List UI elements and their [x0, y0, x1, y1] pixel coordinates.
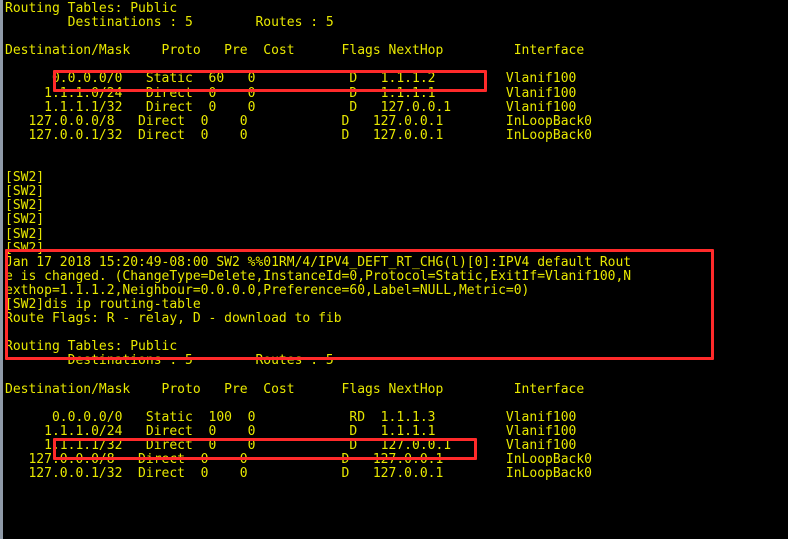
command-line: [SW2]dis ip routing-table	[5, 296, 201, 312]
table-row: 0.0.0.0/0 Static 100 0 RD 1.1.1.3 Vlanif…	[5, 409, 577, 425]
terminal-line: Routing Tables: Public	[5, 339, 178, 355]
table-row: 1.1.1.1/32 Direct 0 0 D 127.0.0.1 Vlanif…	[5, 99, 577, 115]
device-prompt: [SW2]	[5, 184, 45, 200]
routing-table-header: Destination/Mask Proto Pre Cost Flags Ne…	[5, 381, 585, 397]
device-prompt: [SW2]	[5, 240, 45, 256]
device-prompt: [SW2]	[5, 226, 45, 242]
table-row: 1.1.1.1/32 Direct 0 0 D 127.0.0.1 Vlanif…	[5, 437, 577, 453]
table-row: 127.0.0.1/32 Direct 0 0 D 127.0.0.1 InLo…	[5, 466, 592, 482]
terminal-line: Destinations : 5 Routes : 5	[5, 353, 334, 369]
device-prompt: [SW2]	[5, 170, 45, 186]
routing-table-header: Destination/Mask Proto Pre Cost Flags Ne…	[5, 43, 585, 59]
table-row: 0.0.0.0/0 Static 60 0 D 1.1.1.2 Vlanif10…	[5, 71, 577, 87]
device-prompt: [SW2]	[5, 212, 45, 228]
log-message-line: e is changed. (ChangeType=Delete,Instanc…	[5, 268, 632, 284]
table-row: 127.0.0.0/8 Direct 0 0 D 127.0.0.1 InLoo…	[5, 452, 592, 467]
log-message-line: exthop=1.1.1.2,Neighbour=0.0.0.0,Prefere…	[5, 282, 530, 298]
table-row: 1.1.1.0/24 Direct 0 0 D 1.1.1.1 Vlanif10…	[5, 423, 577, 439]
log-message-line: Jan 17 2018 15:20:49-08:00 SW2 %%01RM/4/…	[5, 254, 632, 270]
device-prompt: [SW2]	[5, 198, 45, 214]
table-row: 127.0.0.0/8 Direct 0 0 D 127.0.0.1 InLoo…	[5, 113, 592, 129]
table-row: 127.0.0.1/32 Direct 0 0 D 127.0.0.1 InLo…	[5, 127, 592, 143]
terminal-output[interactable]: Routing Tables: Public Destinations : 5 …	[5, 1, 788, 539]
terminal-window: Routing Tables: Public Destinations : 5 …	[0, 0, 788, 539]
table-row: 1.1.1.0/24 Direct 0 0 D 1.1.1.1 Vlanif10…	[5, 85, 577, 101]
terminal-line: Destinations : 5 Routes : 5	[5, 15, 334, 31]
terminal-line: Routing Tables: Public	[5, 1, 178, 16]
route-flags-legend: Route Flags: R - relay, D - download to …	[5, 311, 342, 327]
